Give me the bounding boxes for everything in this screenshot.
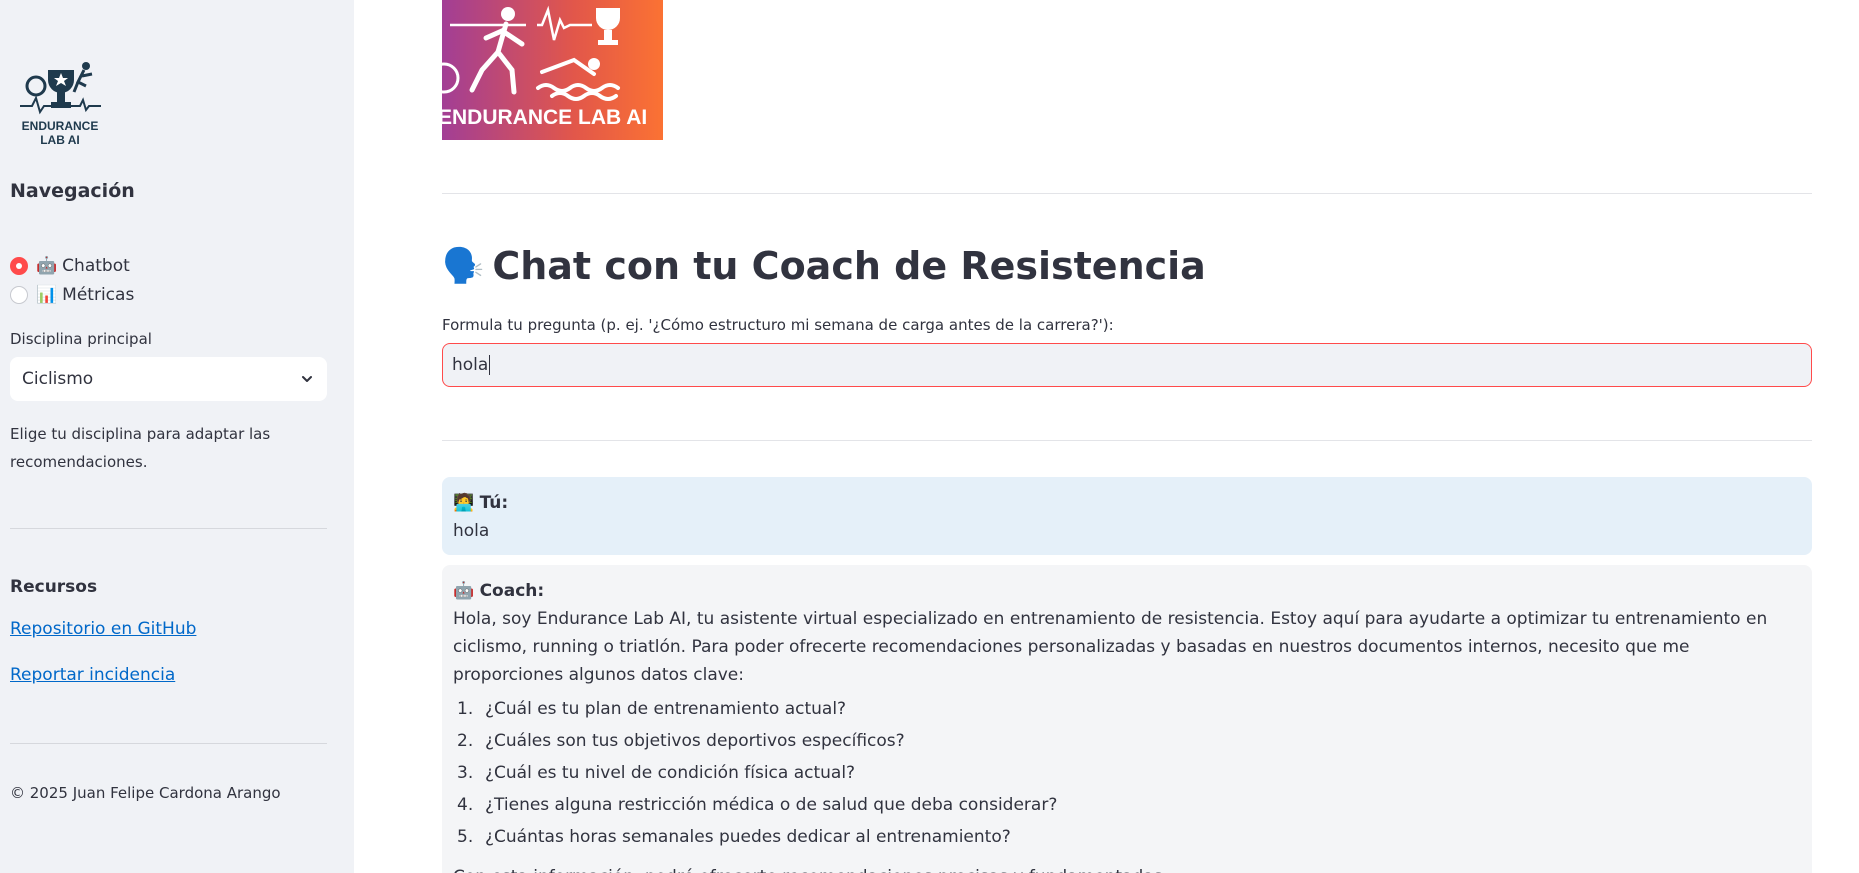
radio-unchecked-icon[interactable] <box>10 286 28 304</box>
swimmer-icon <box>536 57 620 101</box>
robot-icon: 🤖 <box>36 256 58 276</box>
radio-label-chatbot: Chatbot <box>62 256 130 276</box>
radio-metricas[interactable]: 📊 Métricas <box>10 285 134 305</box>
bar-chart-icon: 📊 <box>36 285 58 305</box>
report-issue-link[interactable]: Reportar incidencia <box>10 665 175 685</box>
endurance-lab-logo: ENDURANCE LAB AI <box>20 62 101 147</box>
page-title: 🗣️ Chat con tu Coach de Resistencia <box>442 244 1206 288</box>
heartbeat-icon <box>450 5 592 41</box>
coach-message: 🤖 Coach: Hola, soy Endurance Lab AI, tu … <box>442 565 1812 873</box>
list-item: 5. ¿Cuántas horas semanales puedes dedica… <box>457 827 1011 847</box>
coach-question-list: 1. ¿Cuál es tu plan de entrenamiento actu… <box>453 693 1801 853</box>
discipline-selected-value: Ciclismo <box>22 369 94 389</box>
svg-text:LAB AI: LAB AI <box>40 133 80 147</box>
list-item: 2. ¿Cuáles son tus objetivos deportivos e… <box>457 731 905 751</box>
banner-title: ENDURANCE LAB AI <box>442 106 647 129</box>
runner-icon <box>469 7 525 95</box>
main-divider <box>442 440 1812 441</box>
user-message-author: Tú: <box>479 493 509 513</box>
user-message: 🧑‍💻 Tú: hola <box>442 477 1812 555</box>
sidebar-divider <box>10 528 327 529</box>
page-title-text: Chat con tu Coach de Resistencia <box>492 244 1206 288</box>
resources-title: Recursos <box>10 577 98 597</box>
text-caret <box>489 355 491 375</box>
bike-icon <box>442 62 460 94</box>
speaking-head-icon: 🗣️ <box>442 246 485 286</box>
robot-icon: 🤖 <box>453 581 475 601</box>
banner-artwork: ENDURANCE LAB AI <box>442 5 647 129</box>
question-input-label: Formula tu pregunta (p. ej. '¿Cómo estru… <box>442 316 1114 334</box>
list-item: 4. ¿Tienes alguna restricción médica o de… <box>457 795 1058 815</box>
list-item: 3. ¿Cuál es tu nivel de condición física … <box>457 763 856 783</box>
coach-message-author: Coach: <box>479 581 545 601</box>
question-input[interactable]: hola <box>442 343 1812 387</box>
main-divider <box>442 193 1812 194</box>
question-input-value: hola <box>452 355 489 375</box>
discipline-select[interactable]: Ciclismo <box>10 357 327 401</box>
trophy-icon <box>596 8 620 45</box>
user-avatar-icon: 🧑‍💻 <box>453 493 475 513</box>
svg-text:ENDURANCE: ENDURANCE <box>22 119 99 133</box>
footer-copyright: © 2025 Juan Felipe Cardona Arango <box>10 784 281 802</box>
sidebar: ENDURANCE LAB AI Navegación 🤖 Chatbot 📊 … <box>0 0 354 873</box>
discipline-help-text: Elige tu disciplina para adaptar las rec… <box>10 425 271 471</box>
discipline-label: Disciplina principal <box>10 330 152 348</box>
radio-checked-icon[interactable] <box>10 257 28 275</box>
nav-title: Navegación <box>10 180 135 202</box>
chevron-down-icon[interactable] <box>301 373 313 385</box>
radio-label-metricas: Métricas <box>62 285 135 305</box>
user-message-text: hola <box>453 521 490 541</box>
sidebar-divider <box>10 743 327 744</box>
coach-intro-text: Hola, soy Endurance Lab AI, tu asistente… <box>453 609 1768 685</box>
endurance-banner-image: ENDURANCE LAB AI <box>442 0 663 140</box>
radio-chatbot[interactable]: 🤖 Chatbot <box>10 256 130 276</box>
coach-closing-text: Con esta información, podré ofrecerte re… <box>453 863 1801 873</box>
list-item: 1. ¿Cuál es tu plan de entrenamiento actu… <box>457 699 847 719</box>
github-repo-link[interactable]: Repositorio en GitHub <box>10 619 196 639</box>
